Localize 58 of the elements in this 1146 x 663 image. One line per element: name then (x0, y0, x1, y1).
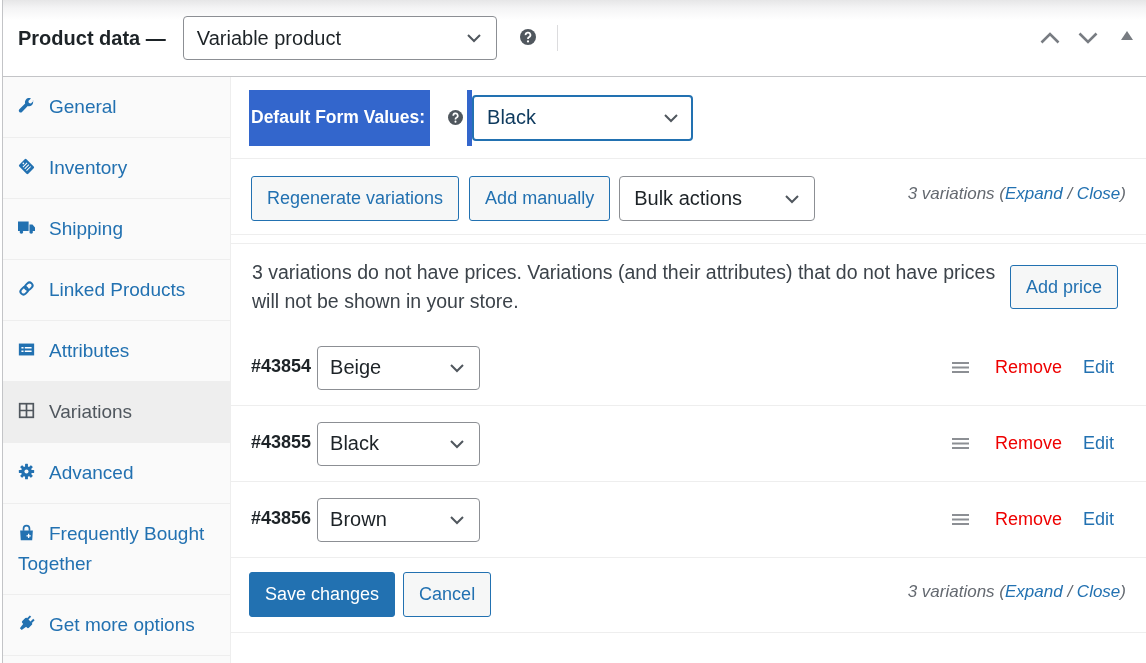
chevron-down-icon[interactable] (1078, 31, 1098, 44)
link-icon (18, 280, 35, 297)
variations-summary: 3 variations (Expand / Close) (907, 581, 1126, 603)
chevron-down-icon (663, 112, 680, 123)
chevron-down-icon (449, 362, 466, 373)
expand-link[interactable]: Expand (1005, 184, 1063, 203)
expand-link[interactable]: Expand (1005, 582, 1063, 601)
attribute-select[interactable]: Black (317, 421, 481, 466)
panel-title: Product data — (18, 26, 166, 50)
sidebar-item[interactable]: Shipping (3, 199, 230, 260)
chevron-up-icon[interactable] (1040, 31, 1060, 44)
help-icon[interactable] (448, 110, 464, 125)
variations-summary: 3 variations (Expand / Close) (907, 183, 1126, 205)
drag-handle-icon[interactable] (951, 438, 969, 449)
truck-icon (18, 219, 35, 236)
toolbar-button[interactable]: Add manually (469, 176, 611, 221)
triangle-up-icon[interactable] (1121, 30, 1133, 40)
gear-icon (18, 463, 35, 480)
sidebar-item[interactable]: Linked Products (3, 260, 230, 321)
chevron-down-icon (449, 438, 466, 449)
plug-icon (18, 615, 35, 632)
default-value-select[interactable]: Black (472, 94, 694, 141)
edit-link[interactable]: Edit (1082, 509, 1114, 530)
variation-id: #43855 (251, 431, 312, 453)
sidebar-item[interactable]: Get more options (3, 595, 230, 656)
grid-icon (18, 402, 35, 419)
sidebar-item[interactable]: Inventory (3, 138, 230, 199)
variation-id: #43856 (251, 507, 312, 529)
notice-text: 3 variations do not have prices. Variations (and their attributes) that do not have prices will not be shown in your store. (252, 260, 997, 314)
edit-link[interactable]: Edit (1082, 357, 1114, 378)
attribute-select[interactable]: Beige (317, 345, 481, 390)
selection-highlight (467, 89, 473, 146)
sidebar-item[interactable]: Frequently Bought Together (3, 504, 230, 595)
chevron-down-icon (449, 514, 466, 525)
save-button[interactable]: Save changes (249, 572, 396, 617)
toolbar-button[interactable]: Regenerate variations (251, 176, 460, 221)
sidebar-item[interactable]: Variations (3, 382, 230, 443)
chevron-down-icon (465, 33, 482, 43)
shopping-bag-plus-icon (18, 524, 35, 541)
remove-link[interactable]: Remove (994, 509, 1062, 530)
drag-handle-icon[interactable] (951, 514, 969, 525)
remove-link[interactable]: Remove (994, 433, 1062, 454)
product-type-select[interactable]: Variable product (182, 16, 497, 60)
cancel-button[interactable]: Cancel (403, 572, 492, 617)
default-form-values-label: Default Form Values: (249, 89, 431, 146)
add-price-button[interactable]: Add price (1009, 265, 1118, 309)
sidebar-item[interactable]: General (3, 77, 230, 138)
bulk-actions-select[interactable]: Bulk actions (619, 176, 816, 221)
list-icon (18, 341, 35, 358)
drag-handle-icon[interactable] (951, 362, 969, 373)
attribute-select[interactable]: Brown (317, 497, 481, 542)
remove-link[interactable]: Remove (994, 357, 1062, 378)
chevron-down-icon (784, 193, 801, 204)
wrench-icon (18, 97, 35, 114)
edit-link[interactable]: Edit (1082, 433, 1114, 454)
sidebar-item[interactable]: Advanced (3, 443, 230, 504)
help-icon[interactable] (519, 29, 536, 45)
variation-id: #43854 (251, 355, 312, 377)
